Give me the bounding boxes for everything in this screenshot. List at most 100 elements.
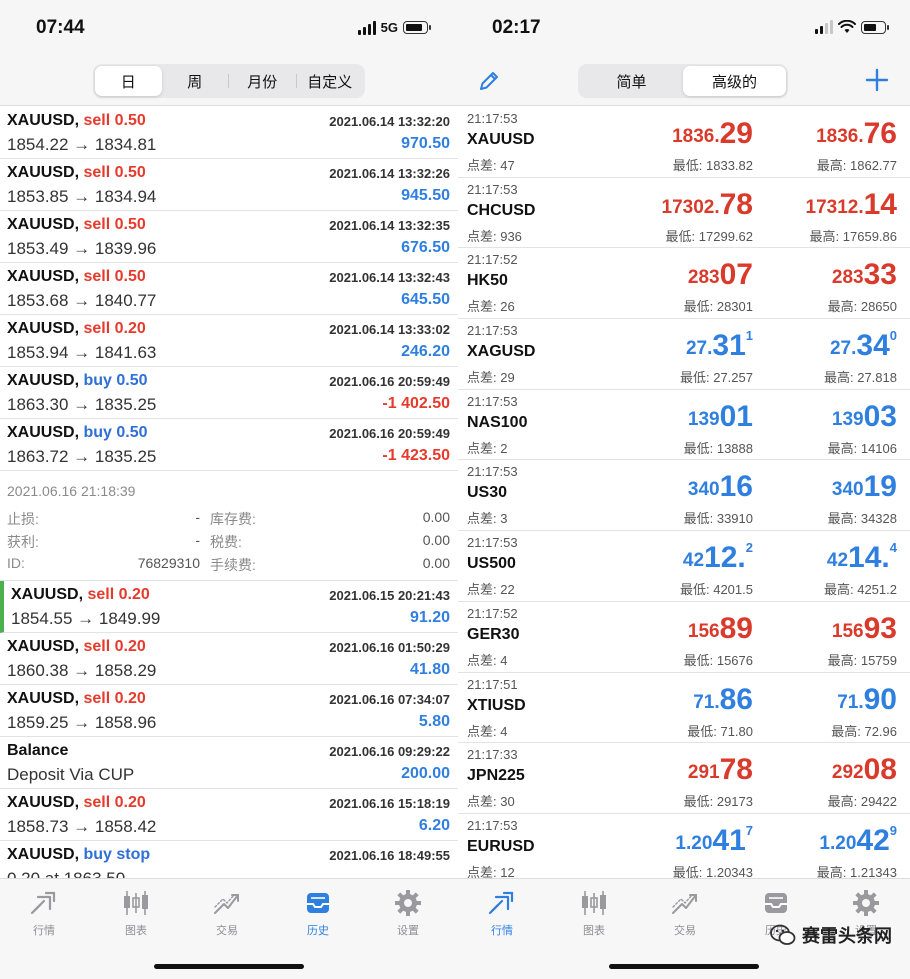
- quote-row[interactable]: 21:17:51 XTIUSD 点差: 4 71. 86 71. 90 最低: 71.80 最高…: [458, 673, 910, 744]
- price-fraction: 9: [889, 822, 897, 838]
- tab-label: 交易: [674, 925, 696, 937]
- quote-symbol: GER30: [467, 625, 520, 643]
- quote-row[interactable]: 21:17:53 US30 点差: 3 340 16 340 19 最低: 33910 最高: …: [458, 460, 910, 532]
- trade-prices: 1853.94 → 1841.63: [7, 343, 157, 362]
- quote-low: 最低: 13888: [683, 440, 753, 456]
- tab-quotes[interactable]: 行情: [9, 887, 79, 938]
- quote-row[interactable]: 21:17:33 JPN225 点差: 30 291 78 292 08 最低: 29173 最…: [458, 743, 910, 814]
- tab-trade[interactable]: 交易: [192, 887, 262, 938]
- quote-time: 21:17:53: [467, 323, 518, 339]
- quote-high: 最高: 29422: [827, 794, 897, 810]
- trade-row[interactable]: XAUUSD, sell 0.20 2021.06.15 20:21:43 1854…: [0, 581, 458, 633]
- segment-month[interactable]: 月份: [229, 66, 296, 96]
- quote-row[interactable]: 21:17:53 NAS100 点差: 2 139 01 139 03 最低: 13888 最高…: [458, 390, 910, 461]
- settings-icon: [395, 890, 421, 916]
- price-pips: 89: [719, 611, 753, 645]
- quotes-screen: 02:17 简单 高级的 21:17:53 XAUUSD 点差: 47 1836. 29…: [458, 0, 910, 979]
- tab-label: 交易: [216, 925, 238, 937]
- trade-row[interactable]: XAUUSD, sell 0.50 2021.06.14 13:32:35 1853…: [0, 211, 458, 263]
- trade-profit: 41.80: [409, 661, 450, 678]
- segment-week[interactable]: 周: [162, 66, 229, 96]
- quote-row[interactable]: 21:17:52 HK50 点差: 26 283 07 283 33 最低: 28301 最高:…: [458, 248, 910, 320]
- trade-row[interactable]: XAUUSD, sell 0.50 2021.06.14 13:32:20 1854…: [0, 107, 458, 159]
- ask-price: 71. 90: [837, 682, 897, 716]
- symbol-label: XAUUSD,: [7, 112, 80, 129]
- price-prefix: 156: [831, 620, 864, 642]
- edit-pencil-icon[interactable]: [476, 68, 502, 94]
- quote-row[interactable]: 21:17:53 CHCUSD 点差: 936 17302. 78 17312. 14 最低:…: [458, 178, 910, 249]
- price-prefix: 17312.: [805, 196, 864, 218]
- segment-simple[interactable]: 简单: [580, 66, 683, 96]
- segment-custom[interactable]: 自定义: [297, 66, 364, 96]
- tab-quotes[interactable]: 行情: [467, 887, 537, 938]
- tab-chart[interactable]: 图表: [559, 887, 629, 938]
- symbol-label: XAUUSD,: [7, 424, 80, 441]
- ask-price: 42 14. 4: [827, 541, 897, 573]
- trade-action: sell 0.50: [83, 268, 146, 285]
- tab-chart[interactable]: 图表: [101, 887, 171, 938]
- segment-advanced[interactable]: 高级的: [683, 66, 786, 96]
- tab-history[interactable]: 历史: [283, 887, 353, 938]
- segment-day[interactable]: 日: [95, 66, 162, 96]
- trade-row[interactable]: XAUUSD, sell 0.20 2021.06.14 13:33:02 1853…: [0, 315, 458, 367]
- trade-row[interactable]: XAUUSD, sell 0.20 2021.06.16 15:18:19 1858…: [0, 789, 458, 841]
- quote-row[interactable]: 21:17:53 XAGUSD 点差: 29 27. 31 1 27. 34 0 最低: 27.2…: [458, 319, 910, 390]
- quote-high: 最高: 28650: [827, 299, 897, 315]
- price-pips: 16: [719, 470, 753, 504]
- trade-date: 2021.06.14 13:33:02: [329, 322, 450, 337]
- quote-low: 最低: 1833.82: [672, 158, 753, 173]
- quote-symbol: EURUSD: [467, 837, 535, 855]
- ask-price: 1836. 76: [816, 119, 897, 149]
- add-plus-icon[interactable]: [864, 67, 890, 93]
- tab-label: 图表: [125, 925, 147, 937]
- price-pips: 12.: [704, 541, 746, 575]
- wifi-icon: [838, 20, 856, 33]
- trade-prices: 1853.68 → 1840.77: [7, 291, 157, 310]
- quote-row[interactable]: 21:17:53 XAUUSD 点差: 47 1836. 29 1836. 76 最低: 18…: [458, 107, 910, 178]
- quote-row[interactable]: 21:17:53 US500 点差: 22 42 12. 2 42 14. 4 最低: 4201.…: [458, 531, 910, 602]
- trade-symbol: XAUUSD, buy 0.50: [7, 424, 148, 442]
- price-pips: 78: [719, 187, 753, 221]
- tab-label: 行情: [491, 925, 513, 937]
- quote-time: 21:17:53: [467, 111, 518, 126]
- detail-value: 76829310: [137, 555, 200, 571]
- quote-time: 21:17:51: [467, 676, 518, 692]
- trade-action: sell 0.50: [83, 112, 146, 129]
- price-fraction: 1: [745, 328, 753, 344]
- detail-key: 止损:: [7, 511, 39, 527]
- trade-row[interactable]: XAUUSD, sell 0.20 2021.06.16 07:34:07 1859…: [0, 685, 458, 737]
- quote-low: 最低: 71.80: [687, 723, 753, 739]
- trade-prices: Deposit Via CUP: [7, 765, 135, 784]
- home-indicator: [609, 964, 759, 969]
- price-pips: 90: [863, 682, 897, 716]
- trade-row[interactable]: XAUUSD, sell 0.20 2021.06.16 01:50:29 1860…: [0, 633, 458, 685]
- trade-date: 2021.06.16 15:18:19: [329, 796, 450, 811]
- quote-spread: 点差: 936: [467, 228, 522, 244]
- trade-row[interactable]: XAUUSD, sell 0.50 2021.06.14 13:32:43 1853…: [0, 263, 458, 315]
- price-prefix: 139: [831, 408, 864, 430]
- trade-row[interactable]: XAUUSD, buy 0.50 2021.06.16 20:59:49 1863.…: [0, 367, 458, 419]
- trade-symbol: XAUUSD, sell 0.20: [7, 638, 146, 656]
- quotes-icon: [488, 891, 514, 915]
- trade-row[interactable]: XAUUSD, buy 0.50 2021.06.16 20:59:49 1863.…: [0, 419, 458, 471]
- trade-row[interactable]: XAUUSD, sell 0.50 2021.06.14 13:32:26 1853…: [0, 159, 458, 211]
- trade-profit: -1 423.50: [382, 447, 450, 464]
- quotes-header: 简单 高级的: [458, 58, 910, 106]
- tab-settings[interactable]: 设置: [373, 887, 443, 938]
- quote-low: 最低: 15676: [683, 652, 753, 668]
- chart-icon: [582, 891, 606, 915]
- quote-row[interactable]: 21:17:52 GER30 点差: 4 156 89 156 93 最低: 15676 最高:…: [458, 602, 910, 673]
- trade-prices: 1863.72 → 1835.25: [7, 447, 157, 466]
- trade-row[interactable]: Balance 2021.06.16 09:29:22 Deposit Via CU…: [0, 737, 458, 789]
- tab-trade[interactable]: 交易: [650, 887, 720, 938]
- symbol-label: XAUUSD,: [11, 586, 84, 603]
- trade-action: sell 0.20: [83, 690, 146, 707]
- quote-row[interactable]: 21:17:53 EURUSD 点差: 12 1.20 41 7 1.20 42 9 最低: 1.…: [458, 814, 910, 885]
- trade-action: sell 0.20: [83, 638, 146, 655]
- cellular-signal-icon: [357, 20, 376, 35]
- bid-price: 340 16: [688, 472, 753, 502]
- view-mode-segmented-control: 简单 高级的: [578, 64, 788, 98]
- symbol-label: XAUUSD,: [7, 320, 80, 337]
- quote-spread: 点差: 26: [467, 299, 515, 315]
- price-pips: 86: [719, 682, 753, 716]
